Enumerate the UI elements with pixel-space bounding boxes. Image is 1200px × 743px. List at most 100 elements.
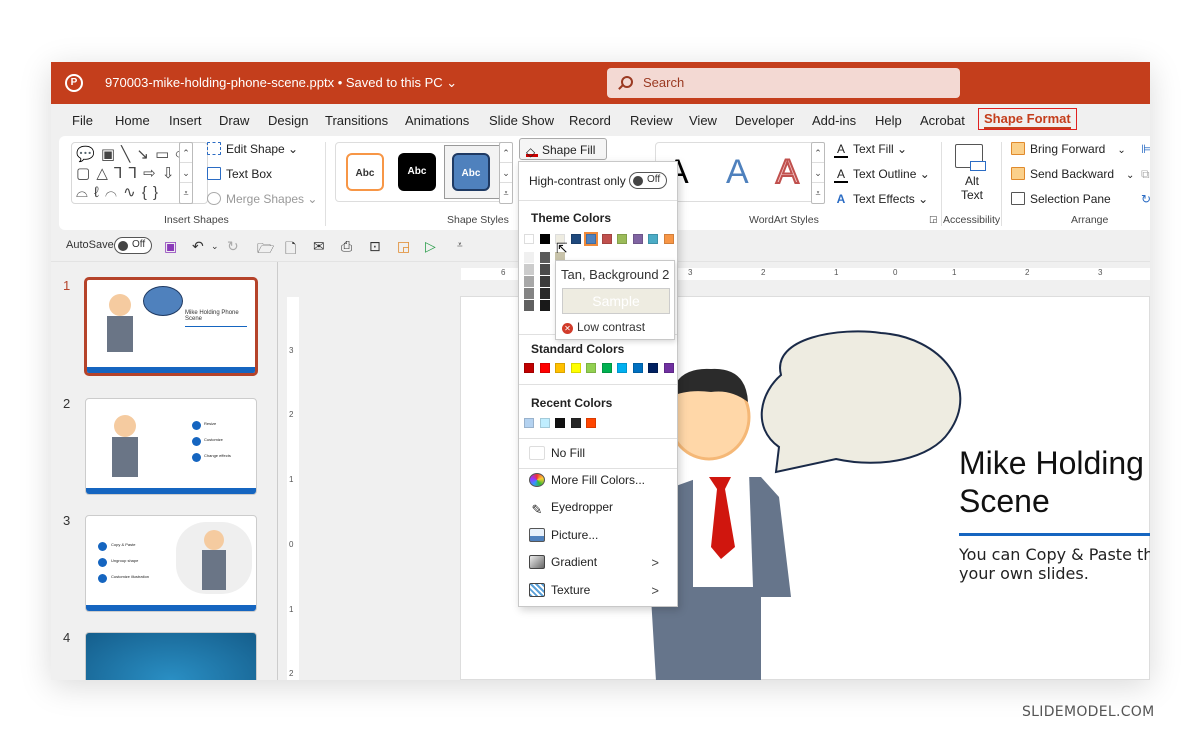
tab-developer[interactable]: Developer bbox=[735, 113, 794, 128]
slide-title[interactable]: Mike Holding Scene bbox=[959, 444, 1144, 520]
customize-toolbar-icon[interactable]: ⩡ bbox=[457, 240, 463, 251]
open-icon[interactable]: 🗁 bbox=[257, 238, 274, 262]
slide-thumbnail-4[interactable] bbox=[85, 632, 257, 680]
redo-icon[interactable]: ↻ bbox=[227, 238, 239, 255]
tab-acrobat[interactable]: Acrobat bbox=[920, 113, 965, 128]
recent-color-swatch[interactable] bbox=[570, 418, 581, 428]
tab-shape-format[interactable]: Shape Format bbox=[978, 108, 1077, 130]
style-sample-outline-orange[interactable]: Abc bbox=[346, 153, 384, 191]
chevron-down-icon[interactable]: ⌄ bbox=[1126, 170, 1134, 181]
tab-draw[interactable]: Draw bbox=[219, 113, 249, 128]
tab-add-ins[interactable]: Add-ins bbox=[812, 113, 856, 128]
slide-thumbnail-2[interactable]: Resize Customize Change effects bbox=[85, 398, 257, 495]
pane-splitter[interactable] bbox=[277, 262, 278, 680]
undo-dropdown-icon[interactable]: ⌄ bbox=[211, 241, 219, 252]
theme-color-swatch[interactable] bbox=[648, 234, 658, 244]
high-contrast-toggle[interactable]: Off bbox=[629, 172, 667, 189]
theme-color-swatch[interactable] bbox=[663, 234, 674, 244]
theme-color-swatch[interactable] bbox=[617, 234, 627, 244]
scroll-down-icon[interactable]: ⌄ bbox=[180, 163, 192, 183]
text-fill-button[interactable]: A Text Fill ⌄ bbox=[834, 142, 907, 158]
standard-color-swatch[interactable] bbox=[570, 363, 581, 373]
align-icon[interactable]: ⊫ bbox=[1141, 142, 1150, 156]
save-icon[interactable]: ▣ bbox=[164, 238, 177, 255]
document-title[interactable]: 970003-mike-holding-phone-scene.pptx • S… bbox=[105, 75, 457, 91]
slide-thumbnail-1[interactable]: Mike Holding Phone Scene bbox=[85, 278, 257, 375]
merge-shapes-button[interactable]: Merge Shapes ⌄ bbox=[207, 192, 317, 206]
picture-item[interactable]: Picture... bbox=[529, 528, 598, 542]
email-icon[interactable]: ✉ bbox=[313, 238, 325, 255]
scroll-up-icon[interactable]: ⌃ bbox=[812, 143, 824, 163]
wordart-sample-red-outline[interactable]: A bbox=[775, 152, 800, 192]
style-sample-blue[interactable]: Abc bbox=[452, 153, 490, 191]
theme-color-swatch[interactable] bbox=[570, 234, 581, 244]
standard-color-swatch[interactable] bbox=[524, 363, 534, 373]
search-box[interactable]: Search bbox=[607, 68, 960, 98]
shapes-gallery-scroll[interactable]: ⌃ ⌄ ⩡ bbox=[179, 142, 193, 204]
slide-thumbnail-3[interactable]: Copy & Paste Ungroup shape Customize ill… bbox=[85, 515, 257, 612]
send-backward-button[interactable]: Send Backward ⌄ bbox=[1011, 167, 1134, 181]
texture-item[interactable]: Texture > bbox=[529, 583, 669, 598]
tab-design[interactable]: Design bbox=[268, 113, 308, 128]
theme-shade-swatch[interactable] bbox=[524, 252, 534, 263]
slide-subtitle[interactable]: You can Copy & Paste the iyour own slide… bbox=[959, 545, 1150, 583]
no-fill-item[interactable]: No Fill bbox=[529, 446, 585, 460]
theme-color-swatch[interactable] bbox=[632, 234, 643, 244]
standard-color-swatch[interactable] bbox=[663, 363, 674, 373]
group-icon[interactable]: ⧉ bbox=[1141, 167, 1150, 182]
tab-file[interactable]: File bbox=[72, 113, 93, 128]
edit-shape-button[interactable]: Edit Shape ⌄ bbox=[207, 142, 298, 156]
shape-styles-gallery[interactable]: Abc Abc Abc bbox=[335, 142, 511, 202]
present-icon[interactable]: ⊡ bbox=[369, 238, 381, 255]
wordart-gallery[interactable]: A A A bbox=[655, 142, 815, 202]
standard-color-swatch[interactable] bbox=[601, 363, 612, 373]
undo-icon[interactable]: ↶ bbox=[192, 238, 204, 255]
gallery-expand-icon[interactable]: ⩡ bbox=[180, 183, 192, 203]
standard-color-swatch[interactable] bbox=[539, 363, 550, 373]
tab-home[interactable]: Home bbox=[115, 113, 150, 128]
tab-animations[interactable]: Animations bbox=[405, 113, 469, 128]
theme-shade-swatch[interactable] bbox=[524, 288, 534, 299]
rotate-icon[interactable]: ↻ bbox=[1141, 192, 1150, 206]
style-sample-black[interactable]: Abc bbox=[398, 153, 436, 191]
standard-color-swatch[interactable] bbox=[586, 363, 596, 373]
theme-color-swatch[interactable] bbox=[584, 232, 598, 246]
recent-color-swatch[interactable] bbox=[555, 418, 565, 428]
alt-text-button[interactable]: Alt Text bbox=[961, 174, 983, 202]
tab-record[interactable]: Record bbox=[569, 113, 611, 128]
theme-shade-swatch[interactable] bbox=[539, 276, 550, 287]
standard-color-swatch[interactable] bbox=[617, 363, 627, 373]
theme-shade-swatch[interactable] bbox=[524, 300, 534, 311]
selection-pane-button[interactable]: Selection Pane bbox=[1011, 192, 1111, 206]
standard-color-swatch[interactable] bbox=[555, 363, 565, 373]
gallery-expand-icon[interactable]: ⩡ bbox=[500, 183, 512, 203]
theme-shade-swatch[interactable] bbox=[539, 288, 550, 299]
theme-shade-swatch[interactable] bbox=[539, 300, 550, 311]
theme-shade-swatch[interactable] bbox=[539, 264, 550, 275]
slideshow-from-start-icon[interactable]: ▷ bbox=[425, 238, 436, 255]
bring-forward-button[interactable]: Bring Forward ⌄ bbox=[1011, 142, 1126, 156]
gradient-item[interactable]: Gradient > bbox=[529, 555, 669, 570]
standard-color-swatch[interactable] bbox=[648, 363, 658, 373]
new-file-icon[interactable]: 🗋 bbox=[285, 238, 296, 262]
theme-color-swatch[interactable] bbox=[524, 234, 534, 244]
recent-color-swatch[interactable] bbox=[539, 418, 550, 428]
scroll-up-icon[interactable]: ⌃ bbox=[180, 143, 192, 163]
tab-insert[interactable]: Insert bbox=[169, 113, 202, 128]
chevron-down-icon[interactable]: ⌄ bbox=[1117, 145, 1125, 156]
shape-styles-scroll[interactable]: ⌃ ⌄ ⩡ bbox=[499, 142, 513, 204]
wordart-sample-blue[interactable]: A bbox=[726, 153, 749, 192]
text-box-button[interactable]: Text Box bbox=[207, 167, 272, 181]
theme-shade-swatch[interactable] bbox=[524, 276, 534, 287]
autosave-toggle[interactable]: Off bbox=[114, 236, 152, 254]
tab-review[interactable]: Review bbox=[630, 113, 673, 128]
scroll-down-icon[interactable]: ⌄ bbox=[812, 163, 824, 183]
theme-shade-swatch[interactable] bbox=[539, 252, 550, 263]
wordart-scroll[interactable]: ⌃ ⌄ ⩡ bbox=[811, 142, 825, 204]
tab-transitions[interactable]: Transitions bbox=[325, 113, 388, 128]
theme-color-swatch[interactable] bbox=[539, 234, 550, 244]
gallery-expand-icon[interactable]: ⩡ bbox=[812, 183, 824, 203]
recent-color-swatch[interactable] bbox=[586, 418, 596, 428]
scroll-down-icon[interactable]: ⌄ bbox=[500, 163, 512, 183]
theme-color-swatch[interactable] bbox=[601, 234, 612, 244]
